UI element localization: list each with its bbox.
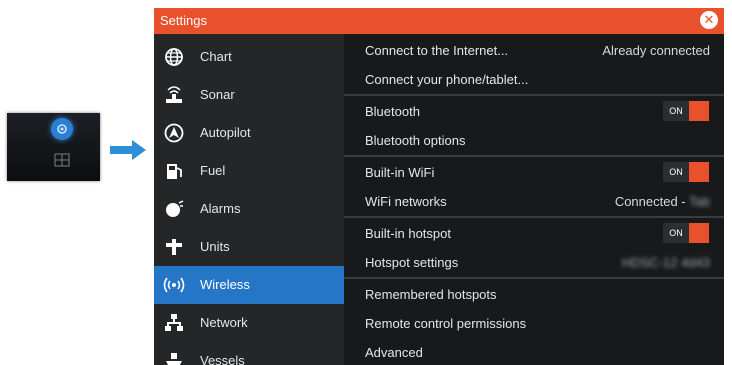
sonar-icon: [166, 86, 182, 103]
toggle-state: ON: [663, 101, 689, 121]
arrow-right-icon: [110, 140, 146, 160]
dialog-title: Settings: [160, 13, 207, 28]
row-builtin-hotspot[interactable]: Built-in hotspot ON: [344, 218, 724, 247]
toggle-knob: [689, 223, 709, 243]
network-icon: [165, 314, 183, 331]
wireless-settings-panel: Connect to the Internet... Already conne…: [344, 34, 724, 365]
row-connect-phone[interactable]: Connect your phone/tablet...: [344, 64, 724, 93]
fuel-icon: [167, 164, 182, 179]
row-value: Already connected: [602, 43, 710, 58]
alarm-icon: [166, 200, 184, 217]
sidebar-item-fuel[interactable]: Fuel: [154, 152, 344, 190]
sidebar-item-label: Fuel: [200, 163, 226, 178]
sidebar-item-autopilot[interactable]: Autopilot: [154, 114, 344, 152]
units-icon: [166, 239, 182, 255]
row-label: WiFi networks: [365, 194, 447, 209]
wireless-icon: [163, 277, 185, 293]
sidebar-item-label: Chart: [200, 49, 232, 64]
hotspot-name: HDSC-12 4d43: [621, 255, 710, 270]
sidebar-item-sonar[interactable]: Sonar: [154, 76, 344, 114]
row-remote-control[interactable]: Remote control permissions: [344, 308, 724, 337]
row-label: Remote control permissions: [365, 316, 527, 331]
toggle-state: ON: [663, 162, 689, 182]
sidebar-item-label: Wireless: [200, 277, 250, 292]
globe-icon: [165, 48, 183, 66]
row-label: Hotspot settings: [365, 255, 459, 270]
row-label: Bluetooth options: [365, 133, 466, 148]
settings-grid-icon: [54, 153, 70, 167]
settings-sidebar: Chart Sonar Autopilot Fuel Alarms Units …: [154, 34, 344, 365]
row-advanced[interactable]: Advanced: [344, 337, 724, 365]
sidebar-item-vessels[interactable]: Vessels: [154, 342, 344, 365]
toggle-state: ON: [663, 223, 689, 243]
sidebar-item-alarms[interactable]: Alarms: [154, 190, 344, 228]
toggle-knob: [689, 101, 709, 121]
sidebar-item-chart[interactable]: Chart: [154, 38, 344, 76]
vessels-icon: [166, 353, 182, 365]
gear-icon: [51, 118, 73, 140]
settings-dialog: Settings ✕ Chart Sonar Autopilot Fuel Al…: [154, 8, 724, 365]
sidebar-item-label: Network: [200, 315, 248, 330]
sidebar-item-label: Vessels: [200, 353, 245, 365]
autopilot-icon: [164, 123, 184, 143]
sidebar-item-label: Units: [200, 239, 230, 254]
sidebar-item-wireless[interactable]: Wireless: [154, 266, 344, 304]
row-label: Built-in hotspot: [365, 226, 451, 241]
close-icon[interactable]: ✕: [700, 11, 718, 29]
wifi-toggle[interactable]: ON: [663, 162, 709, 182]
row-hotspot-settings[interactable]: Hotspot settings HDSC-12 4d43: [344, 247, 724, 276]
row-bluetooth-options[interactable]: Bluetooth options: [344, 125, 724, 154]
sidebar-item-units[interactable]: Units: [154, 228, 344, 266]
row-remembered-hotspots[interactable]: Remembered hotspots: [344, 279, 724, 308]
sidebar-item-label: Alarms: [200, 201, 241, 216]
row-label: Advanced: [365, 345, 423, 360]
row-label: Bluetooth: [365, 104, 420, 119]
wifi-network-name: Tab: [689, 194, 710, 209]
row-connect-internet[interactable]: Connect to the Internet... Already conne…: [344, 35, 724, 64]
sidebar-item-label: Sonar: [200, 87, 235, 102]
row-wifi-networks[interactable]: WiFi networks Connected - Tab: [344, 186, 724, 215]
row-bluetooth[interactable]: Bluetooth ON: [344, 96, 724, 125]
wifi-status: Connected -: [614, 194, 686, 209]
row-label: Built-in WiFi: [365, 165, 435, 180]
sidebar-item-network[interactable]: Network: [154, 304, 344, 342]
row-label: Remembered hotspots: [365, 287, 497, 302]
hotspot-toggle[interactable]: ON: [663, 223, 709, 243]
row-builtin-wifi[interactable]: Built-in WiFi ON: [344, 157, 724, 186]
toggle-knob: [689, 162, 709, 182]
row-value: Connected - Tab: [615, 194, 710, 209]
preview-thumbnail: [7, 113, 100, 181]
sidebar-item-label: Autopilot: [200, 125, 251, 140]
title-bar: Settings ✕: [154, 8, 724, 34]
row-label: Connect your phone/tablet...: [365, 72, 529, 87]
row-label: Connect to the Internet...: [365, 43, 509, 58]
bluetooth-toggle[interactable]: ON: [663, 101, 709, 121]
